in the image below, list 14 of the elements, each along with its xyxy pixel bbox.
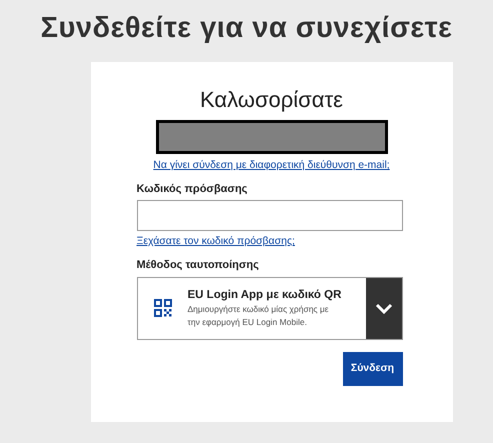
qr-code-icon [154,299,172,317]
dropdown-toggle[interactable] [366,278,402,338]
sign-in-button[interactable]: Σύνδεση [342,352,402,386]
chevron-down-icon [374,302,392,314]
welcome-heading: Καλωσορίσατε [200,86,343,114]
auth-method-selector[interactable]: EU Login App με κωδικό QR Δημιουργήστε κωδικό μίας χρήσης με την εφαρμογή EU Login Mobile. [136,276,402,340]
other-email-link[interactable]: Να γίνει σύνδεση με διαφορετική διεύθυνση e-mail; [153,158,390,174]
auth-method-label: Μέθοδος ταυτοποίησης [136,258,260,273]
method-description: Δημιουργήστε κωδικό μίας χρήσης με την εφαρμογή EU Login Mobile. [188,302,330,328]
password-label: Κωδικός πρόσβασης [136,182,248,197]
page-title: Συνδεθείτε για να συνεχίσετε [40,11,452,46]
password-field[interactable] [136,200,402,232]
forgot-password-link[interactable]: Ξεχάσατε τον κωδικό πρόσβασης; [136,234,295,250]
method-title: EU Login App με κωδικό QR [188,288,342,302]
